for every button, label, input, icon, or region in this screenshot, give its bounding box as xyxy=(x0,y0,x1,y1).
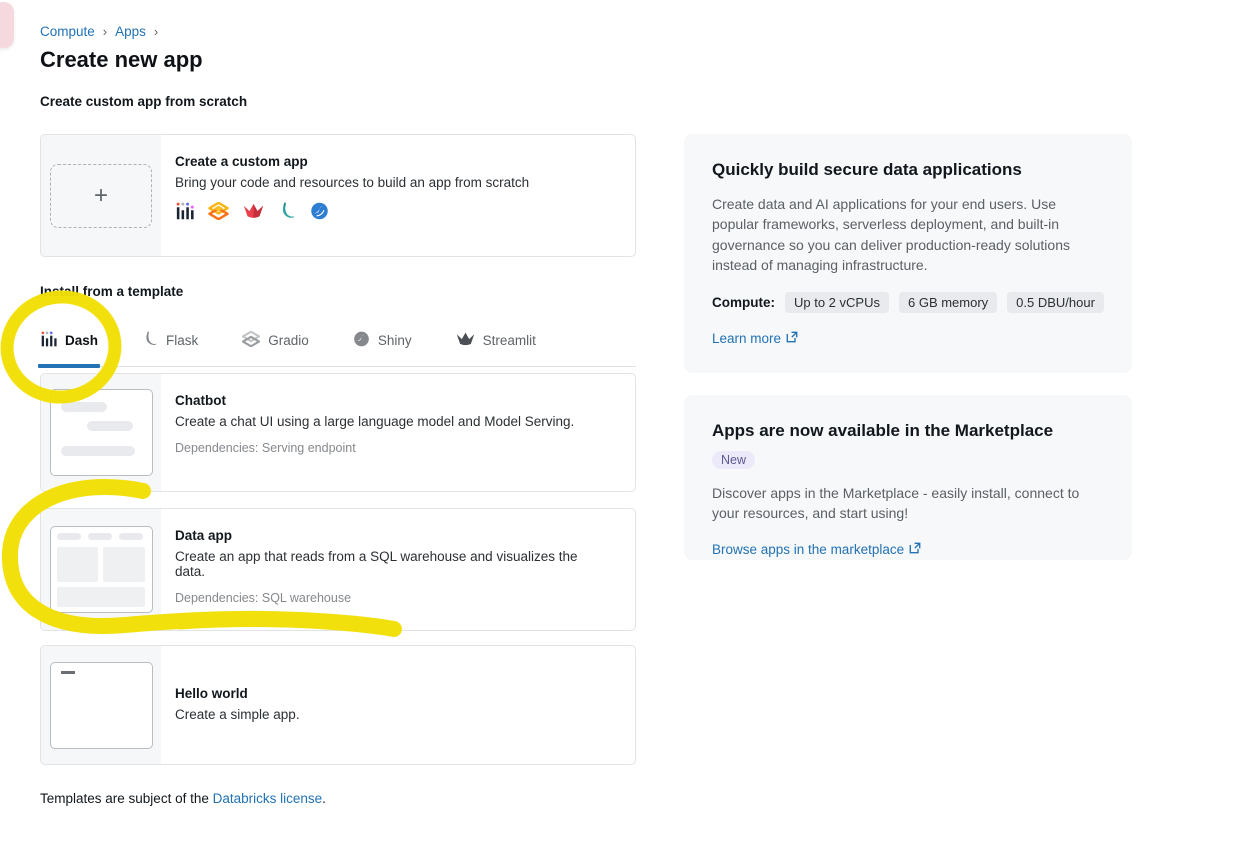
gradio-tab-icon xyxy=(242,331,260,350)
compute-label: Compute: xyxy=(712,295,775,310)
breadcrumb-apps[interactable]: Apps xyxy=(115,24,146,39)
template-tabs: Dash Flask Gradio Shiny Streamlit xyxy=(40,325,636,367)
tab-streamlit-label: Streamlit xyxy=(483,333,536,348)
template-card-chatbot[interactable]: Chatbot Create a chat UI using a large l… xyxy=(40,373,636,492)
page-title: Create new app xyxy=(40,47,203,73)
data-app-dependencies: Dependencies: SQL warehouse xyxy=(175,591,611,605)
plus-icon: + xyxy=(94,184,108,208)
gradio-icon xyxy=(208,202,229,220)
tab-gradio-label: Gradio xyxy=(268,333,309,348)
dash-tab-icon xyxy=(40,331,57,350)
breadcrumb: Compute › Apps › xyxy=(40,24,158,39)
chatbot-title: Chatbot xyxy=(175,393,574,408)
template-card-hello-world[interactable]: Hello world Create a simple app. xyxy=(40,645,636,765)
external-link-icon xyxy=(786,331,798,346)
marketplace-info-card: Apps are now available in the Marketplac… xyxy=(684,395,1132,560)
tab-shiny[interactable]: Shiny xyxy=(353,325,412,366)
custom-app-thumbnail-zone: + xyxy=(41,135,161,256)
shiny-tab-icon xyxy=(353,331,370,350)
breadcrumb-separator: › xyxy=(103,24,107,39)
create-custom-app-card[interactable]: + Create a custom app Bring your code an… xyxy=(40,134,636,257)
databricks-license-link[interactable]: Databricks license xyxy=(213,791,323,806)
tab-flask-label: Flask xyxy=(166,333,198,348)
shiny-icon xyxy=(310,202,329,220)
template-section-label: Install from a template xyxy=(40,284,183,299)
template-card-data-app[interactable]: Data app Create an app that reads from a… xyxy=(40,508,636,631)
browse-marketplace-label: Browse apps in the marketplace xyxy=(712,542,904,557)
chatbot-dependencies: Dependencies: Serving endpoint xyxy=(175,441,574,455)
hello-world-thumbnail-zone xyxy=(41,646,161,764)
breadcrumb-compute[interactable]: Compute xyxy=(40,24,95,39)
browse-marketplace-link[interactable]: Browse apps in the marketplace xyxy=(712,542,921,557)
tab-dash-label: Dash xyxy=(65,333,98,348)
data-app-thumbnail-zone xyxy=(41,509,161,630)
add-app-dashed-box: + xyxy=(50,164,152,228)
streamlit-icon xyxy=(243,202,264,220)
hello-world-title: Hello world xyxy=(175,686,300,701)
tab-dash[interactable]: Dash xyxy=(40,325,98,366)
memory-badge: 6 GB memory xyxy=(899,292,997,313)
chatbot-thumbnail-zone xyxy=(41,374,161,491)
external-link-icon xyxy=(909,542,921,557)
data-app-thumbnail xyxy=(50,526,153,613)
hello-world-thumbnail xyxy=(50,662,153,749)
license-note-text: Templates are subject of the xyxy=(40,791,213,806)
build-apps-info-card: Quickly build secure data applications C… xyxy=(684,134,1132,373)
license-note: Templates are subject of the Databricks … xyxy=(40,791,326,806)
license-note-period: . xyxy=(322,791,326,806)
breadcrumb-separator: › xyxy=(154,24,158,39)
custom-app-title: Create a custom app xyxy=(175,154,529,169)
chatbot-description: Create a chat UI using a large language … xyxy=(175,414,574,429)
marketplace-title: Apps are now available in the Marketplac… xyxy=(712,421,1053,441)
build-apps-body: Create data and AI applications for your… xyxy=(712,194,1104,275)
data-app-description: Create an app that reads from a SQL ware… xyxy=(175,549,611,579)
tab-shiny-label: Shiny xyxy=(378,333,412,348)
new-badge: New xyxy=(712,451,755,469)
framework-icon-row xyxy=(175,202,529,220)
streamlit-tab-icon xyxy=(456,331,475,350)
custom-app-description: Bring your code and resources to build a… xyxy=(175,175,529,190)
hello-world-description: Create a simple app. xyxy=(175,707,300,722)
learn-more-link[interactable]: Learn more xyxy=(712,331,798,346)
flask-icon xyxy=(278,202,296,220)
custom-section-label: Create custom app from scratch xyxy=(40,94,247,109)
data-app-title: Data app xyxy=(175,528,611,543)
tab-gradio[interactable]: Gradio xyxy=(242,325,309,366)
chatbot-thumbnail xyxy=(50,389,153,476)
dbu-badge: 0.5 DBU/hour xyxy=(1007,292,1104,313)
marketplace-body: Discover apps in the Marketplace - easil… xyxy=(712,483,1104,524)
vcpu-badge: Up to 2 vCPUs xyxy=(785,292,889,313)
build-apps-title: Quickly build secure data applications xyxy=(712,160,1022,180)
compute-specs-row: Compute: Up to 2 vCPUs 6 GB memory 0.5 D… xyxy=(712,292,1104,313)
edge-pink-blob xyxy=(0,2,14,48)
flask-tab-icon xyxy=(142,331,158,350)
dash-icon xyxy=(175,202,194,220)
tab-flask[interactable]: Flask xyxy=(142,325,198,366)
tab-streamlit[interactable]: Streamlit xyxy=(456,325,536,366)
learn-more-label: Learn more xyxy=(712,331,781,346)
